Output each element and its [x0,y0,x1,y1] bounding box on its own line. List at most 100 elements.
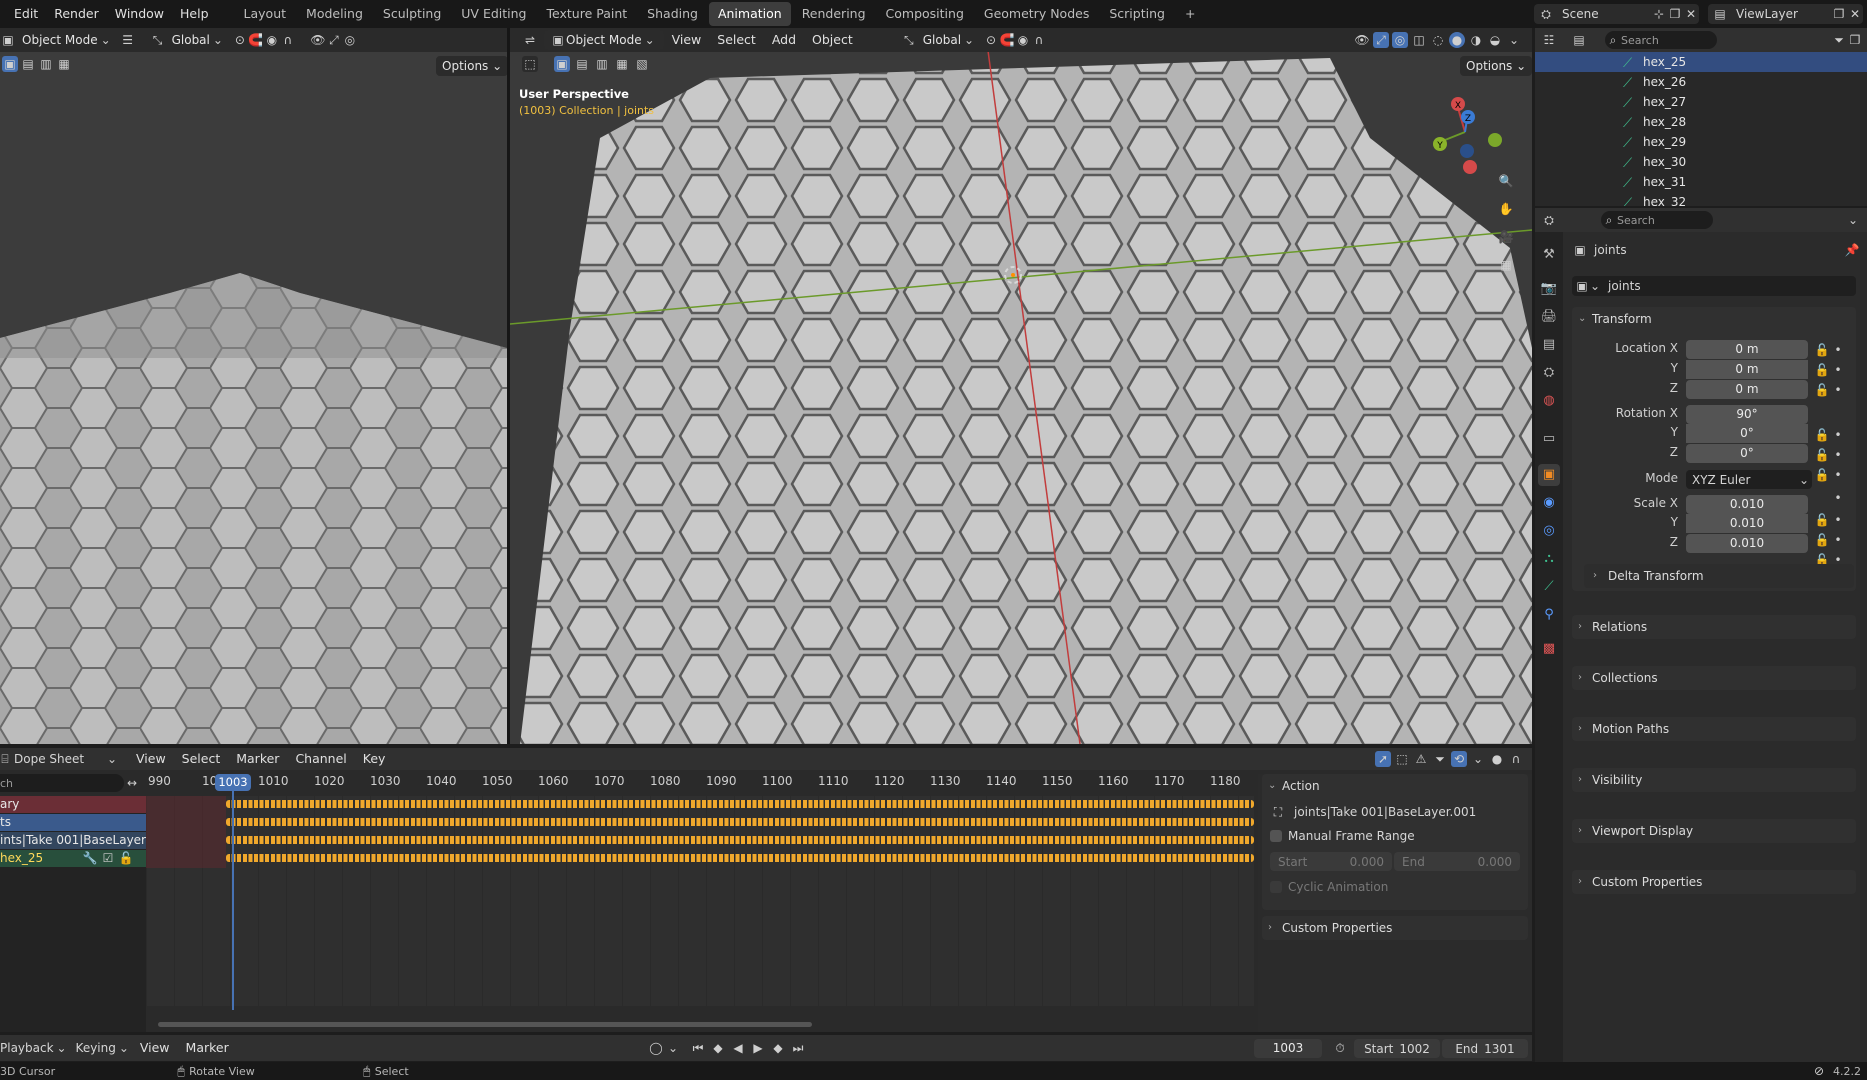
menu-key[interactable]: Key [355,748,394,770]
cyclic-animation-checkbox[interactable]: Cyclic Animation [1270,878,1388,896]
menu-add[interactable]: Add [764,28,804,52]
show-hidden-icon[interactable]: ⬚ [1394,751,1410,767]
render-tab-icon[interactable]: 📷 [1538,278,1560,300]
swap-icon[interactable]: ↔ [124,775,140,791]
search-input[interactable]: ⌕ Search [1605,31,1717,49]
snap-icon[interactable]: 🧲 [999,32,1015,48]
channel-group[interactable]: hex_25 🔧 ☑ 🔓 [0,850,146,867]
only-selected-icon[interactable]: ➚ [1375,751,1391,767]
frame-end-field[interactable]: End 0.000 [1394,852,1520,871]
tab-shading[interactable]: Shading [638,2,707,26]
delta-transform-subpanel[interactable]: › Delta Transform [1584,564,1854,588]
gizmo-icon[interactable]: ⤢ [326,32,342,48]
visibility-panel[interactable]: › Visibility [1572,768,1856,792]
new-collection-icon[interactable]: ❐ [1847,32,1863,48]
menu-view[interactable]: View [128,748,174,770]
jump-start-icon[interactable]: ⏮ [690,1040,706,1056]
object-data-tab-icon[interactable]: ⛬ [1538,548,1560,570]
menu-marker[interactable]: Marker [228,748,287,770]
scene-tab-icon[interactable]: ⛭ [1538,362,1560,384]
new-layer-icon[interactable]: ❐ [1831,6,1847,22]
editor-type-icon[interactable]: ▣ [0,32,16,48]
navigation-gizmo[interactable]: X Z Y [1428,88,1518,178]
editor-mode-dropdown[interactable]: Dope Sheet ⌄ [10,751,120,767]
action-keyframes[interactable] [226,836,1254,844]
add-workspace-button[interactable]: + [1176,2,1204,26]
keyframe-dot-icon[interactable]: • [1830,490,1846,506]
pivot-icon[interactable]: ⊙ [232,32,248,48]
select-new-icon[interactable]: ▣ [2,56,18,72]
playback-menu[interactable]: Playback ⌄ [0,1040,70,1056]
keyframe-dot-icon[interactable]: • [1830,382,1846,398]
chevron-down-icon[interactable]: ⌄ [1470,751,1486,767]
close-icon[interactable]: ✕ [1683,6,1699,22]
stopwatch-icon[interactable]: ⏱ [1332,1040,1348,1056]
frame-start-field[interactable]: Start 0.000 [1270,852,1392,871]
keyframe-area[interactable] [146,796,1254,1006]
channel-action[interactable]: ints|Take 001|BaseLayer.0 [0,832,146,849]
collections-panel[interactable]: › Collections [1572,666,1856,690]
rotation-y-field[interactable]: 0° [1686,424,1808,443]
playhead-line[interactable] [232,788,234,1010]
jump-end-icon[interactable]: ⏭ [790,1040,806,1056]
visibility-icon[interactable]: 👁 [310,32,326,48]
dopesheet[interactable]: ⌸ Dope Sheet ⌄ View Select Marker Channe… [0,748,1532,1032]
lock-icon[interactable]: 🔓 [1814,532,1830,548]
keyframe-dot-icon[interactable]: • [1830,512,1846,528]
menu-render[interactable]: Render [46,0,107,28]
location-z-field[interactable]: 0 m [1686,380,1808,399]
select-new-icon[interactable]: ▣ [554,56,570,72]
tab-scripting[interactable]: Scripting [1100,2,1174,26]
group-keyframes[interactable] [226,854,1254,862]
location-y-field[interactable]: 0 m [1686,360,1808,379]
lock-icon[interactable]: 🔓 [1814,447,1830,463]
select-invert-icon[interactable]: ▦ [614,56,630,72]
xray-icon[interactable]: ◫ [1411,32,1427,48]
orientation-dropdown[interactable]: Global ⌄ [917,30,983,50]
play-icon[interactable]: ▶ [750,1040,766,1056]
filter-icon[interactable]: ⏷ [1831,32,1847,48]
select-subtract-icon[interactable]: ▥ [594,56,610,72]
only-errors-icon[interactable]: ⚠ [1413,751,1429,767]
action-datablock[interactable]: ⛶ joints|Take 001|BaseLayer.001 [1270,802,1520,822]
auto-keying-icon[interactable]: ◯ [648,1040,664,1056]
keying-menu[interactable]: Keying ⌄ [76,1040,132,1056]
solid-shading-icon[interactable]: ● [1449,32,1465,48]
outliner-item[interactable]: ⟋ hex_29 [1535,132,1867,152]
play-reverse-icon[interactable]: ◀ [730,1040,746,1056]
menu-marker[interactable]: Marker [178,1035,237,1061]
falloff-icon[interactable]: ∩ [1031,32,1047,48]
proportional-icon[interactable]: ◉ [264,32,280,48]
falloff-icon[interactable]: ∩ [280,32,296,48]
outliner-item[interactable]: ⟋ hex_27 [1535,92,1867,112]
pin-icon[interactable]: ⊹ [1651,6,1667,22]
material-shading-icon[interactable]: ◑ [1468,32,1484,48]
rotation-x-field[interactable]: 90° [1686,405,1808,424]
keyframe-dot-icon[interactable]: • [1830,447,1846,463]
overlay-icon[interactable]: ◎ [342,32,358,48]
current-frame-field[interactable]: 1003 [1254,1039,1322,1058]
camera-icon[interactable]: 🎥 [1498,229,1514,245]
filter-icon[interactable]: ⏷ [1432,751,1448,767]
relations-panel[interactable]: › Relations [1572,615,1856,639]
tab-compositing[interactable]: Compositing [877,2,973,26]
editor-type-icon[interactable]: ⌸ [0,751,10,767]
lock-icon[interactable]: 🔓 [1814,342,1830,358]
menu-view[interactable]: View [664,28,710,52]
tab-layout[interactable]: Layout [235,2,296,26]
current-frame-indicator[interactable]: 1003 [215,774,251,791]
wrench-icon[interactable]: 🔧 [82,850,98,866]
snap-icon[interactable]: 🧲 [248,32,264,48]
bone-constraint-tab-icon[interactable]: ⚲ [1538,604,1560,626]
texture-tab-icon[interactable]: ▩ [1538,638,1560,660]
menu-view[interactable]: View [132,1035,178,1061]
outliner-item[interactable]: ⟋ hex_32 [1535,192,1867,206]
select-extend-icon[interactable]: ▤ [574,56,590,72]
tab-sculpting[interactable]: Sculpting [374,2,450,26]
new-scene-icon[interactable]: ❐ [1667,6,1683,22]
scale-z-field[interactable]: 0.010 [1686,534,1808,553]
editor-type-icon[interactable]: ⛭ [1541,212,1557,228]
mode-dropdown[interactable]: Object Mode ⌄ [16,30,120,50]
channel-search-input[interactable]: ch [0,774,124,792]
collection-tab-icon[interactable]: ▭ [1538,428,1560,450]
